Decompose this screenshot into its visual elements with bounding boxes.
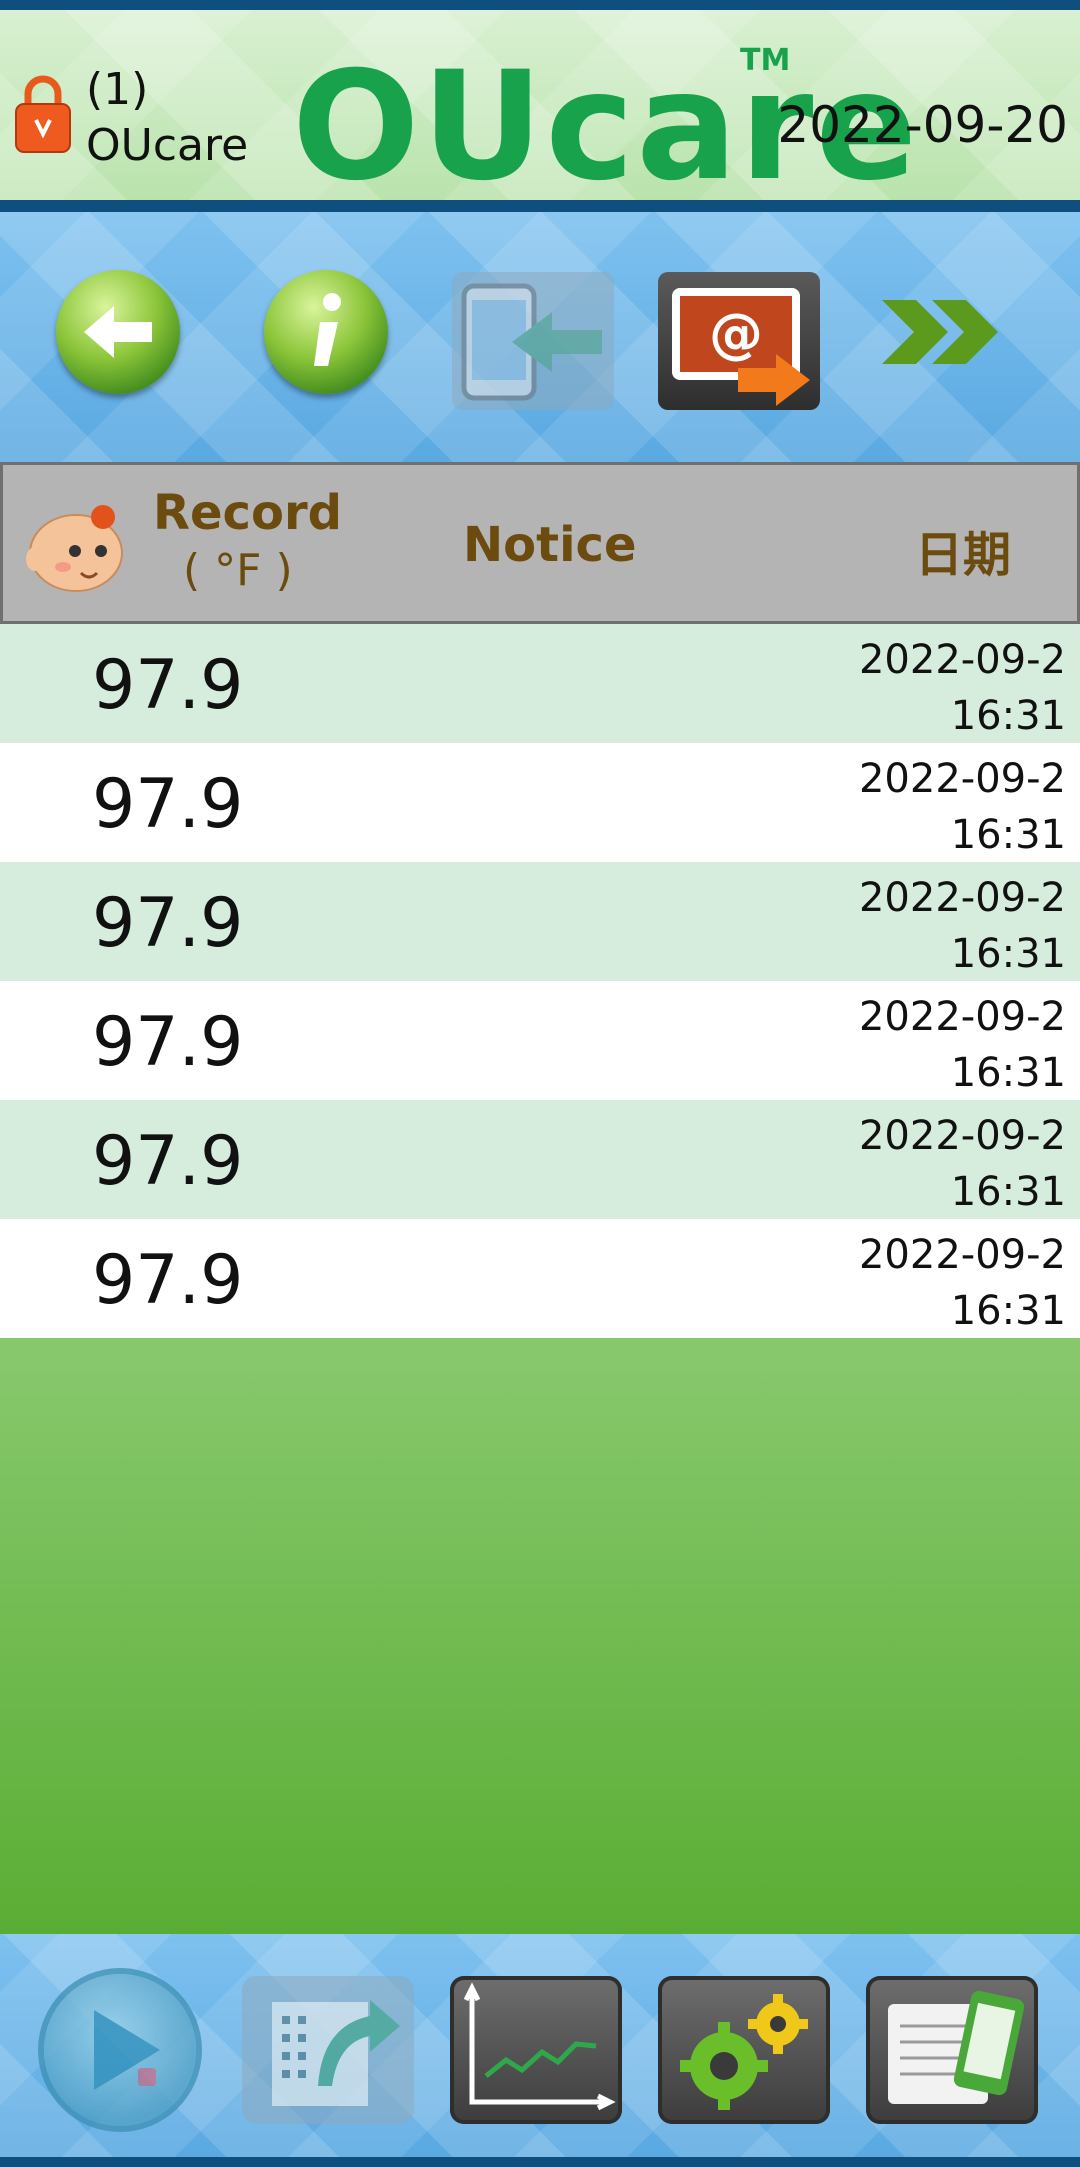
table-header: Record ( °F ) Notice 日期 [0, 462, 1080, 624]
svg-text:@: @ [709, 302, 763, 365]
record-value: 97.9 [92, 1122, 244, 1201]
app-root: (1) OUcare OUcare TM 2022-09-20 @ Record… [0, 0, 1080, 2167]
table-row[interactable]: 97.9 2022-09-2 16:31 [0, 1219, 1080, 1338]
record-time: 16:31 [950, 812, 1066, 858]
record-date: 2022-09-2 [858, 1232, 1066, 1278]
export-file-icon [272, 2000, 400, 2106]
table-row[interactable]: 97.9 2022-09-2 16:31 [0, 862, 1080, 981]
record-datetime: 2022-09-2 16:31 [859, 870, 1066, 982]
table-row[interactable]: 97.9 2022-09-2 16:31 [0, 624, 1080, 743]
date-header[interactable]: 日期 [915, 515, 1011, 585]
table-row[interactable]: 97.9 2022-09-2 16:31 [0, 743, 1080, 862]
lock-icon[interactable] [14, 72, 72, 154]
import-from-phone-button[interactable] [452, 272, 614, 410]
bottom-nav [0, 1934, 1080, 2167]
settings-gears-icon [680, 1994, 808, 2110]
baby-face-icon [26, 505, 123, 592]
notes-button[interactable] [866, 1976, 1038, 2124]
record-value: 97.9 [92, 1003, 244, 1082]
logo-trademark: TM [740, 43, 791, 78]
record-date: 2022-09-2 [858, 875, 1066, 921]
notice-header[interactable]: Notice [463, 517, 637, 573]
empty-list-area [0, 1338, 1080, 1934]
record-value: 97.9 [92, 646, 244, 725]
record-date: 2022-09-2 [858, 1113, 1066, 1159]
user-name: OUcare [86, 120, 249, 171]
notes-phone-icon [888, 1990, 1025, 2104]
record-value: 97.9 [92, 1241, 244, 1320]
record-time: 16:31 [950, 931, 1066, 977]
record-time: 16:31 [950, 1288, 1066, 1334]
back-button[interactable] [56, 270, 180, 394]
email-export-button[interactable]: @ [658, 272, 820, 410]
phone-import-icon [461, 283, 602, 401]
current-user[interactable]: (1) OUcare [86, 62, 248, 174]
toolbar: @ [0, 212, 1080, 462]
back-arrow-icon [84, 306, 152, 358]
double-chevron-right-icon [882, 300, 998, 364]
record-date: 2022-09-2 [858, 637, 1066, 683]
record-header[interactable]: Record [153, 485, 342, 541]
user-index: (1) [86, 64, 149, 115]
table-row[interactable]: 97.9 2022-09-2 16:31 [0, 981, 1080, 1100]
record-time: 16:31 [950, 693, 1066, 739]
chart-button[interactable] [450, 1976, 622, 2124]
play-record-button[interactable] [44, 1974, 196, 2126]
next-button[interactable] [868, 270, 1018, 394]
record-value: 97.9 [92, 884, 244, 963]
export-file-button[interactable] [242, 1976, 414, 2124]
record-datetime: 2022-09-2 16:31 [859, 1227, 1066, 1339]
record-date: 2022-09-2 [858, 756, 1066, 802]
record-value: 97.9 [92, 765, 244, 844]
records-list: 97.9 2022-09-2 16:31 97.9 2022-09-2 16:3… [0, 624, 1080, 1338]
record-datetime: 2022-09-2 16:31 [859, 989, 1066, 1101]
email-export-icon: @ [672, 288, 810, 406]
record-datetime: 2022-09-2 16:31 [859, 632, 1066, 744]
unit-header: ( °F ) [183, 545, 293, 596]
settings-button[interactable] [658, 1976, 830, 2124]
record-time: 16:31 [950, 1050, 1066, 1096]
record-datetime: 2022-09-2 16:31 [859, 751, 1066, 863]
app-header: (1) OUcare OUcare TM 2022-09-20 [0, 0, 1080, 212]
play-record-icon [94, 2010, 160, 2090]
record-datetime: 2022-09-2 16:31 [859, 1108, 1066, 1220]
header-date[interactable]: 2022-09-20 [777, 96, 1068, 154]
table-row[interactable]: 97.9 2022-09-2 16:31 [0, 1100, 1080, 1219]
record-date: 2022-09-2 [858, 994, 1066, 1040]
record-time: 16:31 [950, 1169, 1066, 1215]
chart-icon [463, 1982, 616, 2111]
info-button[interactable] [264, 270, 388, 394]
info-icon [314, 293, 341, 366]
